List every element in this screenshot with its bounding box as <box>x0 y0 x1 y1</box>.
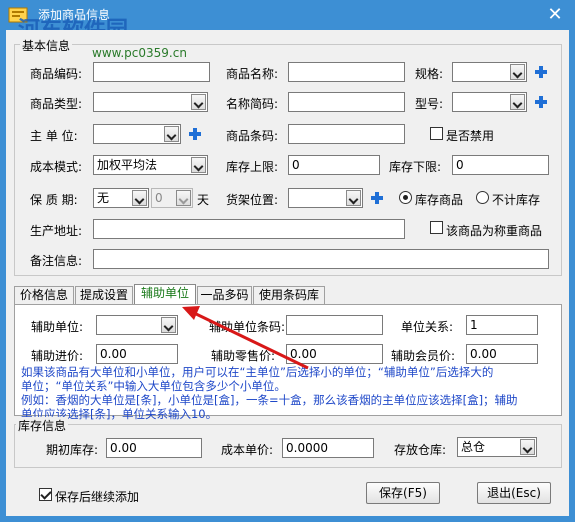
shelf-life-label: 保 质 期: <box>30 193 78 207</box>
shelf-location-label: 货架位置: <box>226 193 279 207</box>
cost-price-input[interactable]: 0.0000 <box>282 438 374 458</box>
dialog-body: www.pc0359.cn 基本信息 商品编码: 商品名称: 规格: 商品类型:… <box>6 30 569 516</box>
disabled-checkbox[interactable] <box>430 127 443 140</box>
product-name-label: 商品名称: <box>226 67 279 81</box>
cost-mode-label: 成本模式: <box>30 160 83 174</box>
initial-stock-label: 期初库存: <box>46 443 99 457</box>
address-input[interactable] <box>93 219 405 239</box>
title-bar[interactable]: 添加商品信息 河东软件园 ✕ <box>0 0 575 43</box>
continue-add-checkbox[interactable] <box>39 488 52 501</box>
aux-purchase-label: 辅助进价: <box>31 349 84 363</box>
add-unit-plus-icon[interactable] <box>189 128 201 140</box>
chevron-down-icon <box>161 317 176 333</box>
chevron-down-icon <box>510 64 525 80</box>
stock-lower-label: 库存下限: <box>389 160 442 174</box>
basic-info-label: 基本信息 <box>20 37 73 54</box>
shelf-life-days-stepper[interactable]: 0 <box>151 188 193 208</box>
weigh-checkbox-label: 该商品为称重商品 <box>446 224 543 238</box>
product-type-select[interactable] <box>93 92 208 112</box>
non-stock-radio-label: 不计库存 <box>492 193 541 207</box>
unit-relation-input[interactable]: 1 <box>466 315 538 335</box>
cost-price-label: 成本单价: <box>221 443 274 457</box>
chevron-down-icon <box>346 190 361 206</box>
aux-purchase-input[interactable]: 0.00 <box>96 344 178 364</box>
address-label: 生产地址: <box>30 224 83 238</box>
tab-aux-unit[interactable]: 辅助单位 <box>134 284 196 305</box>
exit-button[interactable]: 退出(Esc) <box>477 482 551 504</box>
chevron-down-icon <box>132 190 147 206</box>
short-code-label: 名称简码: <box>226 97 279 111</box>
product-code-label: 商品编码: <box>30 67 83 81</box>
warehouse-label: 存放仓库: <box>394 443 447 457</box>
chevron-down-icon <box>520 439 535 455</box>
product-code-input[interactable] <box>93 62 210 82</box>
warehouse-select[interactable]: 总仓 <box>457 437 537 457</box>
save-button[interactable]: 保存(F5) <box>366 482 440 504</box>
unit-relation-label: 单位关系: <box>401 320 454 334</box>
aux-retail-label: 辅助零售价: <box>211 349 276 363</box>
aux-unit-select[interactable] <box>96 315 178 335</box>
chevron-down-icon <box>510 94 525 110</box>
chevron-down-icon <box>164 126 179 142</box>
note-line: 单位应该选择[条]，单位关系输入10。 <box>21 407 218 421</box>
add-model-plus-icon[interactable] <box>535 96 547 108</box>
stock-item-radio-label: 库存商品 <box>415 193 464 207</box>
main-unit-label: 主 单 位: <box>30 129 78 143</box>
tab-price-info[interactable]: 价格信息 <box>14 286 74 304</box>
aux-member-input[interactable]: 0.00 <box>466 344 538 364</box>
chevron-down-icon <box>191 94 206 110</box>
stock-upper-label: 库存上限: <box>226 160 279 174</box>
model-select[interactable] <box>452 92 527 112</box>
disabled-checkbox-label: 是否禁用 <box>446 129 495 143</box>
tab-commission[interactable]: 提成设置 <box>75 286 133 304</box>
main-unit-select[interactable] <box>93 124 181 144</box>
stock-lower-input[interactable]: 0 <box>452 155 549 175</box>
model-label: 型号: <box>415 97 444 111</box>
aux-unit-note: 如果该商品有大单位和小单位，用户可以在“主单位”后选择小的单位；“辅助单位”后选… <box>21 365 561 421</box>
continue-add-label: 保存后继续添加 <box>55 490 140 504</box>
shelf-life-select[interactable]: 无 <box>93 188 149 208</box>
add-location-plus-icon[interactable] <box>371 192 383 204</box>
note-line: 单位；“单位关系”中输入大单位包含多少个小单位。 <box>21 379 286 393</box>
short-code-input[interactable] <box>288 92 405 112</box>
barcode-input[interactable] <box>288 124 405 144</box>
stock-item-radio[interactable] <box>399 191 412 204</box>
aux-barcode-label: 辅助单位条码: <box>209 320 286 334</box>
days-unit-label: 天 <box>197 193 210 207</box>
close-button[interactable]: ✕ <box>545 5 565 25</box>
aux-member-label: 辅助会员价: <box>391 349 456 363</box>
aux-unit-panel: 辅助单位: 辅助单位条码: 单位关系: 1 辅助进价: 0.00 辅助零售价: … <box>14 304 562 421</box>
dialog-window: 添加商品信息 河东软件园 ✕ www.pc0359.cn 基本信息 商品编码: … <box>0 0 575 522</box>
initial-stock-input[interactable]: 0.00 <box>106 438 202 458</box>
add-spec-plus-icon[interactable] <box>535 66 547 78</box>
stock-upper-input[interactable]: 0 <box>288 155 380 175</box>
aux-retail-input[interactable]: 0.00 <box>286 344 383 364</box>
non-stock-radio[interactable] <box>476 191 489 204</box>
chevron-down-icon <box>176 190 191 206</box>
barcode-label: 商品条码: <box>226 129 279 143</box>
stock-info-label: 库存信息 <box>16 417 69 434</box>
chevron-down-icon <box>191 157 206 173</box>
aux-barcode-input[interactable] <box>286 315 383 335</box>
remark-label: 备注信息: <box>30 254 83 268</box>
cost-mode-select[interactable]: 加权平均法 <box>93 155 208 175</box>
note-line: 如果该商品有大单位和小单位，用户可以在“主单位”后选择小的单位；“辅助单位”后选… <box>21 365 494 379</box>
tab-multi-code[interactable]: 一品多码 <box>197 286 252 304</box>
remark-input[interactable] <box>93 249 549 269</box>
note-line: 例如：香烟的大单位是[条]，小单位是[盒]，一条=十盒，那么该香烟的主单位应该选… <box>21 393 518 407</box>
shelf-location-select[interactable] <box>288 188 363 208</box>
aux-unit-label: 辅助单位: <box>31 320 84 334</box>
weigh-checkbox[interactable] <box>430 221 443 234</box>
spec-label: 规格: <box>415 67 444 81</box>
product-name-input[interactable] <box>288 62 405 82</box>
spec-select[interactable] <box>452 62 527 82</box>
product-type-label: 商品类型: <box>30 97 83 111</box>
tab-barcode-library[interactable]: 使用条码库 <box>253 286 325 304</box>
